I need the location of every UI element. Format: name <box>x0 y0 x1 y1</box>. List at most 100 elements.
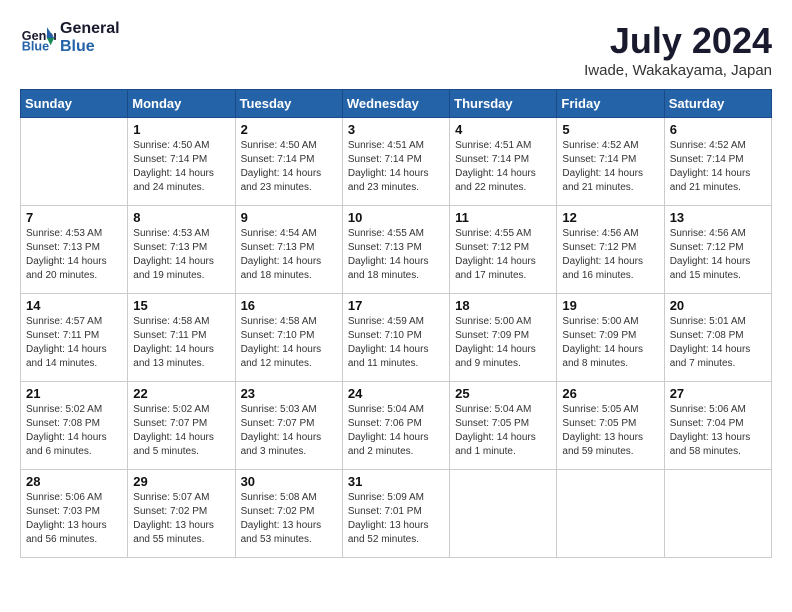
day-info: Sunrise: 4:58 AM Sunset: 7:11 PM Dayligh… <box>133 315 229 371</box>
weekday-header-thursday: Thursday <box>450 90 557 118</box>
day-cell: 17 Sunrise: 4:59 AM Sunset: 7:10 PM Dayli… <box>342 294 449 382</box>
logo-blue: Blue <box>60 38 120 56</box>
day-number: 14 <box>26 298 122 313</box>
day-number: 5 <box>562 122 658 137</box>
week-row-4: 21Sunrise: 5:02 AM Sunset: 7:08 PM Dayli… <box>21 382 772 470</box>
day-number: 15 <box>133 298 229 313</box>
day-cell: 9 Sunrise: 4:54 AM Sunset: 7:13 PM Daylig… <box>235 206 342 294</box>
day-number: 19 <box>562 298 658 313</box>
day-cell: 19 Sunrise: 5:00 AM Sunset: 7:09 PM Dayli… <box>557 294 664 382</box>
day-cell: 21Sunrise: 5:02 AM Sunset: 7:08 PM Dayli… <box>21 382 128 470</box>
day-number: 30 <box>241 474 337 489</box>
weekday-header-sunday: Sunday <box>21 90 128 118</box>
day-cell: 20Sunrise: 5:01 AM Sunset: 7:08 PM Dayli… <box>664 294 771 382</box>
day-number: 29 <box>133 474 229 489</box>
day-info: Sunrise: 4:56 AM Sunset: 7:12 PM Dayligh… <box>670 227 766 283</box>
week-row-2: 7 Sunrise: 4:53 AM Sunset: 7:13 PM Daylig… <box>21 206 772 294</box>
day-info: Sunrise: 5:00 AM Sunset: 7:09 PM Dayligh… <box>455 315 551 371</box>
day-info: Sunrise: 5:06 AM Sunset: 7:04 PM Dayligh… <box>670 403 766 459</box>
day-info: Sunrise: 4:52 AM Sunset: 7:14 PM Dayligh… <box>562 139 658 195</box>
day-number: 31 <box>348 474 444 489</box>
day-cell <box>664 470 771 558</box>
day-info: Sunrise: 5:07 AM Sunset: 7:02 PM Dayligh… <box>133 491 229 547</box>
day-number: 4 <box>455 122 551 137</box>
day-number: 24 <box>348 386 444 401</box>
day-info: Sunrise: 4:50 AM Sunset: 7:14 PM Dayligh… <box>241 139 337 195</box>
weekday-header-row: SundayMondayTuesdayWednesdayThursdayFrid… <box>21 90 772 118</box>
day-cell: 22Sunrise: 5:02 AM Sunset: 7:07 PM Dayli… <box>128 382 235 470</box>
page-header: General Blue General Blue July 2024 Iwad… <box>20 20 772 79</box>
day-info: Sunrise: 5:01 AM Sunset: 7:08 PM Dayligh… <box>670 315 766 371</box>
weekday-header-tuesday: Tuesday <box>235 90 342 118</box>
day-cell: 26 Sunrise: 5:05 AM Sunset: 7:05 PM Dayli… <box>557 382 664 470</box>
day-cell: 23 Sunrise: 5:03 AM Sunset: 7:07 PM Dayli… <box>235 382 342 470</box>
day-number: 17 <box>348 298 444 313</box>
weekday-header-friday: Friday <box>557 90 664 118</box>
day-info: Sunrise: 4:53 AM Sunset: 7:13 PM Dayligh… <box>133 227 229 283</box>
weekday-header-wednesday: Wednesday <box>342 90 449 118</box>
week-row-5: 28 Sunrise: 5:06 AM Sunset: 7:03 PM Dayli… <box>21 470 772 558</box>
day-info: Sunrise: 5:04 AM Sunset: 7:05 PM Dayligh… <box>455 403 551 459</box>
svg-text:Blue: Blue <box>22 40 49 54</box>
day-info: Sunrise: 5:04 AM Sunset: 7:06 PM Dayligh… <box>348 403 444 459</box>
day-number: 7 <box>26 210 122 225</box>
day-info: Sunrise: 4:55 AM Sunset: 7:12 PM Dayligh… <box>455 227 551 283</box>
day-cell: 2 Sunrise: 4:50 AM Sunset: 7:14 PM Daylig… <box>235 118 342 206</box>
day-cell <box>21 118 128 206</box>
day-number: 6 <box>670 122 766 137</box>
day-cell: 30Sunrise: 5:08 AM Sunset: 7:02 PM Dayli… <box>235 470 342 558</box>
day-cell: 7Sunrise: 4:53 AM Sunset: 7:13 PM Daylig… <box>21 206 128 294</box>
day-cell: 28 Sunrise: 5:06 AM Sunset: 7:03 PM Dayli… <box>21 470 128 558</box>
logo-icon: General Blue <box>20 20 56 56</box>
day-number: 28 <box>26 474 122 489</box>
day-cell: 13 Sunrise: 4:56 AM Sunset: 7:12 PM Dayli… <box>664 206 771 294</box>
day-number: 21 <box>26 386 122 401</box>
day-info: Sunrise: 5:06 AM Sunset: 7:03 PM Dayligh… <box>26 491 122 547</box>
weekday-header-saturday: Saturday <box>664 90 771 118</box>
day-number: 13 <box>670 210 766 225</box>
day-number: 16 <box>241 298 337 313</box>
day-info: Sunrise: 4:56 AM Sunset: 7:12 PM Dayligh… <box>562 227 658 283</box>
day-number: 22 <box>133 386 229 401</box>
day-info: Sunrise: 4:55 AM Sunset: 7:13 PM Dayligh… <box>348 227 444 283</box>
day-cell: 24 Sunrise: 5:04 AM Sunset: 7:06 PM Dayli… <box>342 382 449 470</box>
day-info: Sunrise: 4:50 AM Sunset: 7:14 PM Dayligh… <box>133 139 229 195</box>
day-info: Sunrise: 5:05 AM Sunset: 7:05 PM Dayligh… <box>562 403 658 459</box>
month-title: July 2024 <box>584 20 772 62</box>
day-cell: 11Sunrise: 4:55 AM Sunset: 7:12 PM Dayli… <box>450 206 557 294</box>
day-cell: 5 Sunrise: 4:52 AM Sunset: 7:14 PM Daylig… <box>557 118 664 206</box>
day-number: 12 <box>562 210 658 225</box>
logo: General Blue General Blue <box>20 20 120 57</box>
day-cell: 15 Sunrise: 4:58 AM Sunset: 7:11 PM Dayli… <box>128 294 235 382</box>
day-number: 26 <box>562 386 658 401</box>
day-cell: 31 Sunrise: 5:09 AM Sunset: 7:01 PM Dayli… <box>342 470 449 558</box>
week-row-3: 14 Sunrise: 4:57 AM Sunset: 7:11 PM Dayli… <box>21 294 772 382</box>
logo-general: General <box>60 20 120 38</box>
day-cell: 6Sunrise: 4:52 AM Sunset: 7:14 PM Daylig… <box>664 118 771 206</box>
day-cell <box>450 470 557 558</box>
day-info: Sunrise: 4:57 AM Sunset: 7:11 PM Dayligh… <box>26 315 122 371</box>
day-cell: 29 Sunrise: 5:07 AM Sunset: 7:02 PM Dayli… <box>128 470 235 558</box>
day-cell: 16 Sunrise: 4:58 AM Sunset: 7:10 PM Dayli… <box>235 294 342 382</box>
day-cell: 8 Sunrise: 4:53 AM Sunset: 7:13 PM Daylig… <box>128 206 235 294</box>
day-info: Sunrise: 4:58 AM Sunset: 7:10 PM Dayligh… <box>241 315 337 371</box>
day-cell: 12 Sunrise: 4:56 AM Sunset: 7:12 PM Dayli… <box>557 206 664 294</box>
day-cell: 1Sunrise: 4:50 AM Sunset: 7:14 PM Daylig… <box>128 118 235 206</box>
day-cell: 18Sunrise: 5:00 AM Sunset: 7:09 PM Dayli… <box>450 294 557 382</box>
day-number: 10 <box>348 210 444 225</box>
day-number: 23 <box>241 386 337 401</box>
day-cell: 27Sunrise: 5:06 AM Sunset: 7:04 PM Dayli… <box>664 382 771 470</box>
day-info: Sunrise: 4:51 AM Sunset: 7:14 PM Dayligh… <box>455 139 551 195</box>
day-info: Sunrise: 4:51 AM Sunset: 7:14 PM Dayligh… <box>348 139 444 195</box>
day-info: Sunrise: 4:54 AM Sunset: 7:13 PM Dayligh… <box>241 227 337 283</box>
day-number: 9 <box>241 210 337 225</box>
day-info: Sunrise: 5:09 AM Sunset: 7:01 PM Dayligh… <box>348 491 444 547</box>
day-info: Sunrise: 5:03 AM Sunset: 7:07 PM Dayligh… <box>241 403 337 459</box>
day-cell <box>557 470 664 558</box>
day-info: Sunrise: 4:59 AM Sunset: 7:10 PM Dayligh… <box>348 315 444 371</box>
day-number: 2 <box>241 122 337 137</box>
day-number: 3 <box>348 122 444 137</box>
day-info: Sunrise: 5:00 AM Sunset: 7:09 PM Dayligh… <box>562 315 658 371</box>
day-number: 8 <box>133 210 229 225</box>
day-cell: 4 Sunrise: 4:51 AM Sunset: 7:14 PM Daylig… <box>450 118 557 206</box>
